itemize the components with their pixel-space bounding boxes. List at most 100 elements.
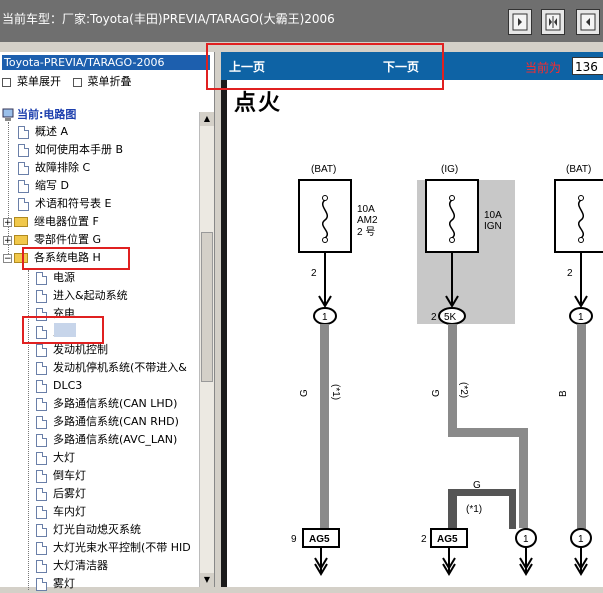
tree-subitem-label: 雾灯 — [53, 577, 75, 590]
tree-subitem[interactable]: 大灯 — [36, 449, 75, 467]
note-2: (*2) — [458, 382, 469, 398]
tree-item[interactable]: 概述 A — [18, 123, 68, 141]
scroll-thumb[interactable] — [201, 232, 213, 382]
panel-divider[interactable] — [221, 52, 227, 587]
pin-2-a: 2 — [311, 268, 317, 279]
tree-subitem[interactable]: 多路通信系统(CAN LHD) — [36, 395, 177, 413]
annotation-box-nav — [206, 43, 444, 90]
tree-subitem-label: 多路通信系统(CAN LHD) — [53, 397, 178, 410]
document-icon — [36, 361, 47, 375]
tree-subitem[interactable]: 倒车灯 — [36, 467, 86, 485]
tree-item-label: 继电器位置 F — [34, 215, 99, 228]
document-icon — [18, 197, 29, 211]
tree-root[interactable]: 当前:电路图 — [2, 106, 76, 124]
tree-root-label: 当前:电路图 — [17, 108, 77, 121]
expand-all-button[interactable]: 菜单展开 — [2, 75, 61, 88]
tree-item[interactable]: + 继电器位置 F — [3, 213, 99, 231]
wire-g-2 — [448, 324, 457, 434]
expand-icon[interactable]: + — [3, 235, 12, 245]
tree-subitem[interactable]: DLC3 — [36, 377, 82, 395]
tree-subitem[interactable]: 车内灯 — [36, 503, 86, 521]
tree-subitem-label: 发动机控制 — [53, 343, 108, 356]
conn-1-label: 1 — [322, 312, 328, 323]
tree-subitem[interactable]: 雾灯 — [36, 575, 75, 593]
document-icon — [18, 143, 29, 157]
tree-subitem[interactable]: 多路通信系统(CAN RHD) — [36, 413, 179, 431]
fuse1-amp: 10A — [357, 204, 375, 215]
pin-2-b: 2 — [431, 312, 437, 323]
tree-subitem[interactable]: 后雾灯 — [36, 485, 86, 503]
document-icon — [36, 469, 47, 483]
split-icon — [545, 13, 561, 31]
end-1-label: 1 — [523, 534, 529, 545]
document-icon — [36, 505, 47, 519]
document-icon — [36, 523, 47, 537]
page-number-input[interactable]: 136 — [572, 57, 603, 75]
fuse1-num: 2 号 — [357, 226, 375, 238]
tree-subitem[interactable]: 灯光自动熄灭系统 — [36, 521, 141, 539]
tree-subitem-label: 发动机停机系统(不带进入& — [53, 361, 187, 374]
conn-5k-label: 5K — [444, 312, 457, 323]
collapse-icon[interactable]: − — [3, 253, 12, 263]
tree-subitem[interactable]: 电源 — [36, 269, 75, 287]
pin-2-c: 2 — [567, 268, 573, 279]
tree-subitem[interactable]: 多路通信系统(AVC_LAN) — [36, 431, 177, 449]
scroll-down-arrow[interactable]: ▼ — [200, 573, 214, 587]
wire-g-1 — [320, 324, 329, 529]
collapse-all-button[interactable]: 菜单折叠 — [72, 75, 132, 88]
tree-item[interactable]: 术语和符号表 E — [18, 195, 111, 213]
tree-item[interactable]: 故障排除 C — [18, 159, 90, 177]
tree-item-label: 概述 A — [35, 125, 69, 138]
tree-subitem[interactable]: 进入&起动系统 — [36, 287, 128, 305]
tree-scrollbar[interactable]: ▲ ▼ — [199, 112, 214, 587]
document-icon — [36, 397, 47, 411]
bat-label-2: (BAT) — [566, 164, 591, 175]
tree-item[interactable]: 缩写 D — [18, 177, 69, 195]
wire-g-label-3: G — [473, 480, 481, 491]
document-icon — [36, 541, 47, 555]
vehicle-header: Toyota-PREVIA/TARAGO-2006 — [2, 55, 210, 70]
document-icon — [36, 577, 47, 591]
square-icon — [72, 77, 82, 87]
tree-subitem[interactable]: 大灯清洁器 — [36, 557, 108, 575]
wire-g-label-2: G — [431, 389, 442, 397]
scroll-up-arrow[interactable]: ▲ — [200, 112, 214, 126]
diagram-panel: (BAT) (IG) (BAT) 10A AM2 2 号 10A IGN 2 2… — [221, 52, 603, 587]
tree-item-label: 缩写 D — [35, 179, 69, 192]
tree-item-label: 如何使用本手册 B — [35, 143, 124, 156]
document-icon — [36, 343, 47, 357]
toolbar-button-2[interactable] — [541, 9, 565, 35]
current-page-label: 当前为 — [525, 61, 562, 75]
title-bar: 当前车型：厂家:Toyota(丰田)PREVIA/TARAGO(大霸王)2006 — [0, 0, 603, 42]
computer-icon — [2, 108, 14, 121]
annotation-box-circuits — [22, 247, 130, 270]
fuse1-name: AM2 — [357, 215, 378, 226]
tree-subitem-label: 大灯光束水平控制(不带 HID — [53, 541, 191, 554]
ag5-label-1: AG5 — [309, 534, 330, 545]
tree-subitem-label: 电源 — [53, 271, 75, 284]
tree-subitem-label: 进入&起动系统 — [53, 289, 128, 302]
pin-9: 9 — [291, 534, 297, 545]
folder-icon — [14, 217, 28, 227]
expand-icon[interactable]: + — [3, 217, 12, 227]
tree-subitem[interactable]: 大灯光束水平控制(不带 HID — [36, 539, 191, 557]
annotation-box-ignition — [22, 316, 104, 344]
wire-g-label-1: G — [299, 389, 310, 397]
note-3: (*1) — [466, 504, 482, 515]
toolbar-button-3[interactable] — [576, 9, 600, 35]
tree-item[interactable]: 如何使用本手册 B — [18, 141, 123, 159]
tree-item-label: 术语和符号表 E — [35, 197, 112, 210]
document-icon — [36, 451, 47, 465]
wire-b-label: B — [558, 390, 569, 397]
document-icon — [36, 415, 47, 429]
tree-subitem-label: 大灯清洁器 — [53, 559, 108, 572]
square-icon — [2, 77, 11, 87]
tree-subitem-label: 后雾灯 — [53, 487, 86, 500]
toolbar-button-1[interactable] — [508, 9, 532, 35]
document-icon — [18, 161, 29, 175]
tree-subitem[interactable]: 发动机停机系统(不带进入& — [36, 359, 187, 377]
document-icon — [36, 487, 47, 501]
bat-label-1: (BAT) — [311, 164, 336, 175]
window-left-icon — [580, 13, 596, 31]
tree-subitem-label: DLC3 — [53, 379, 83, 392]
